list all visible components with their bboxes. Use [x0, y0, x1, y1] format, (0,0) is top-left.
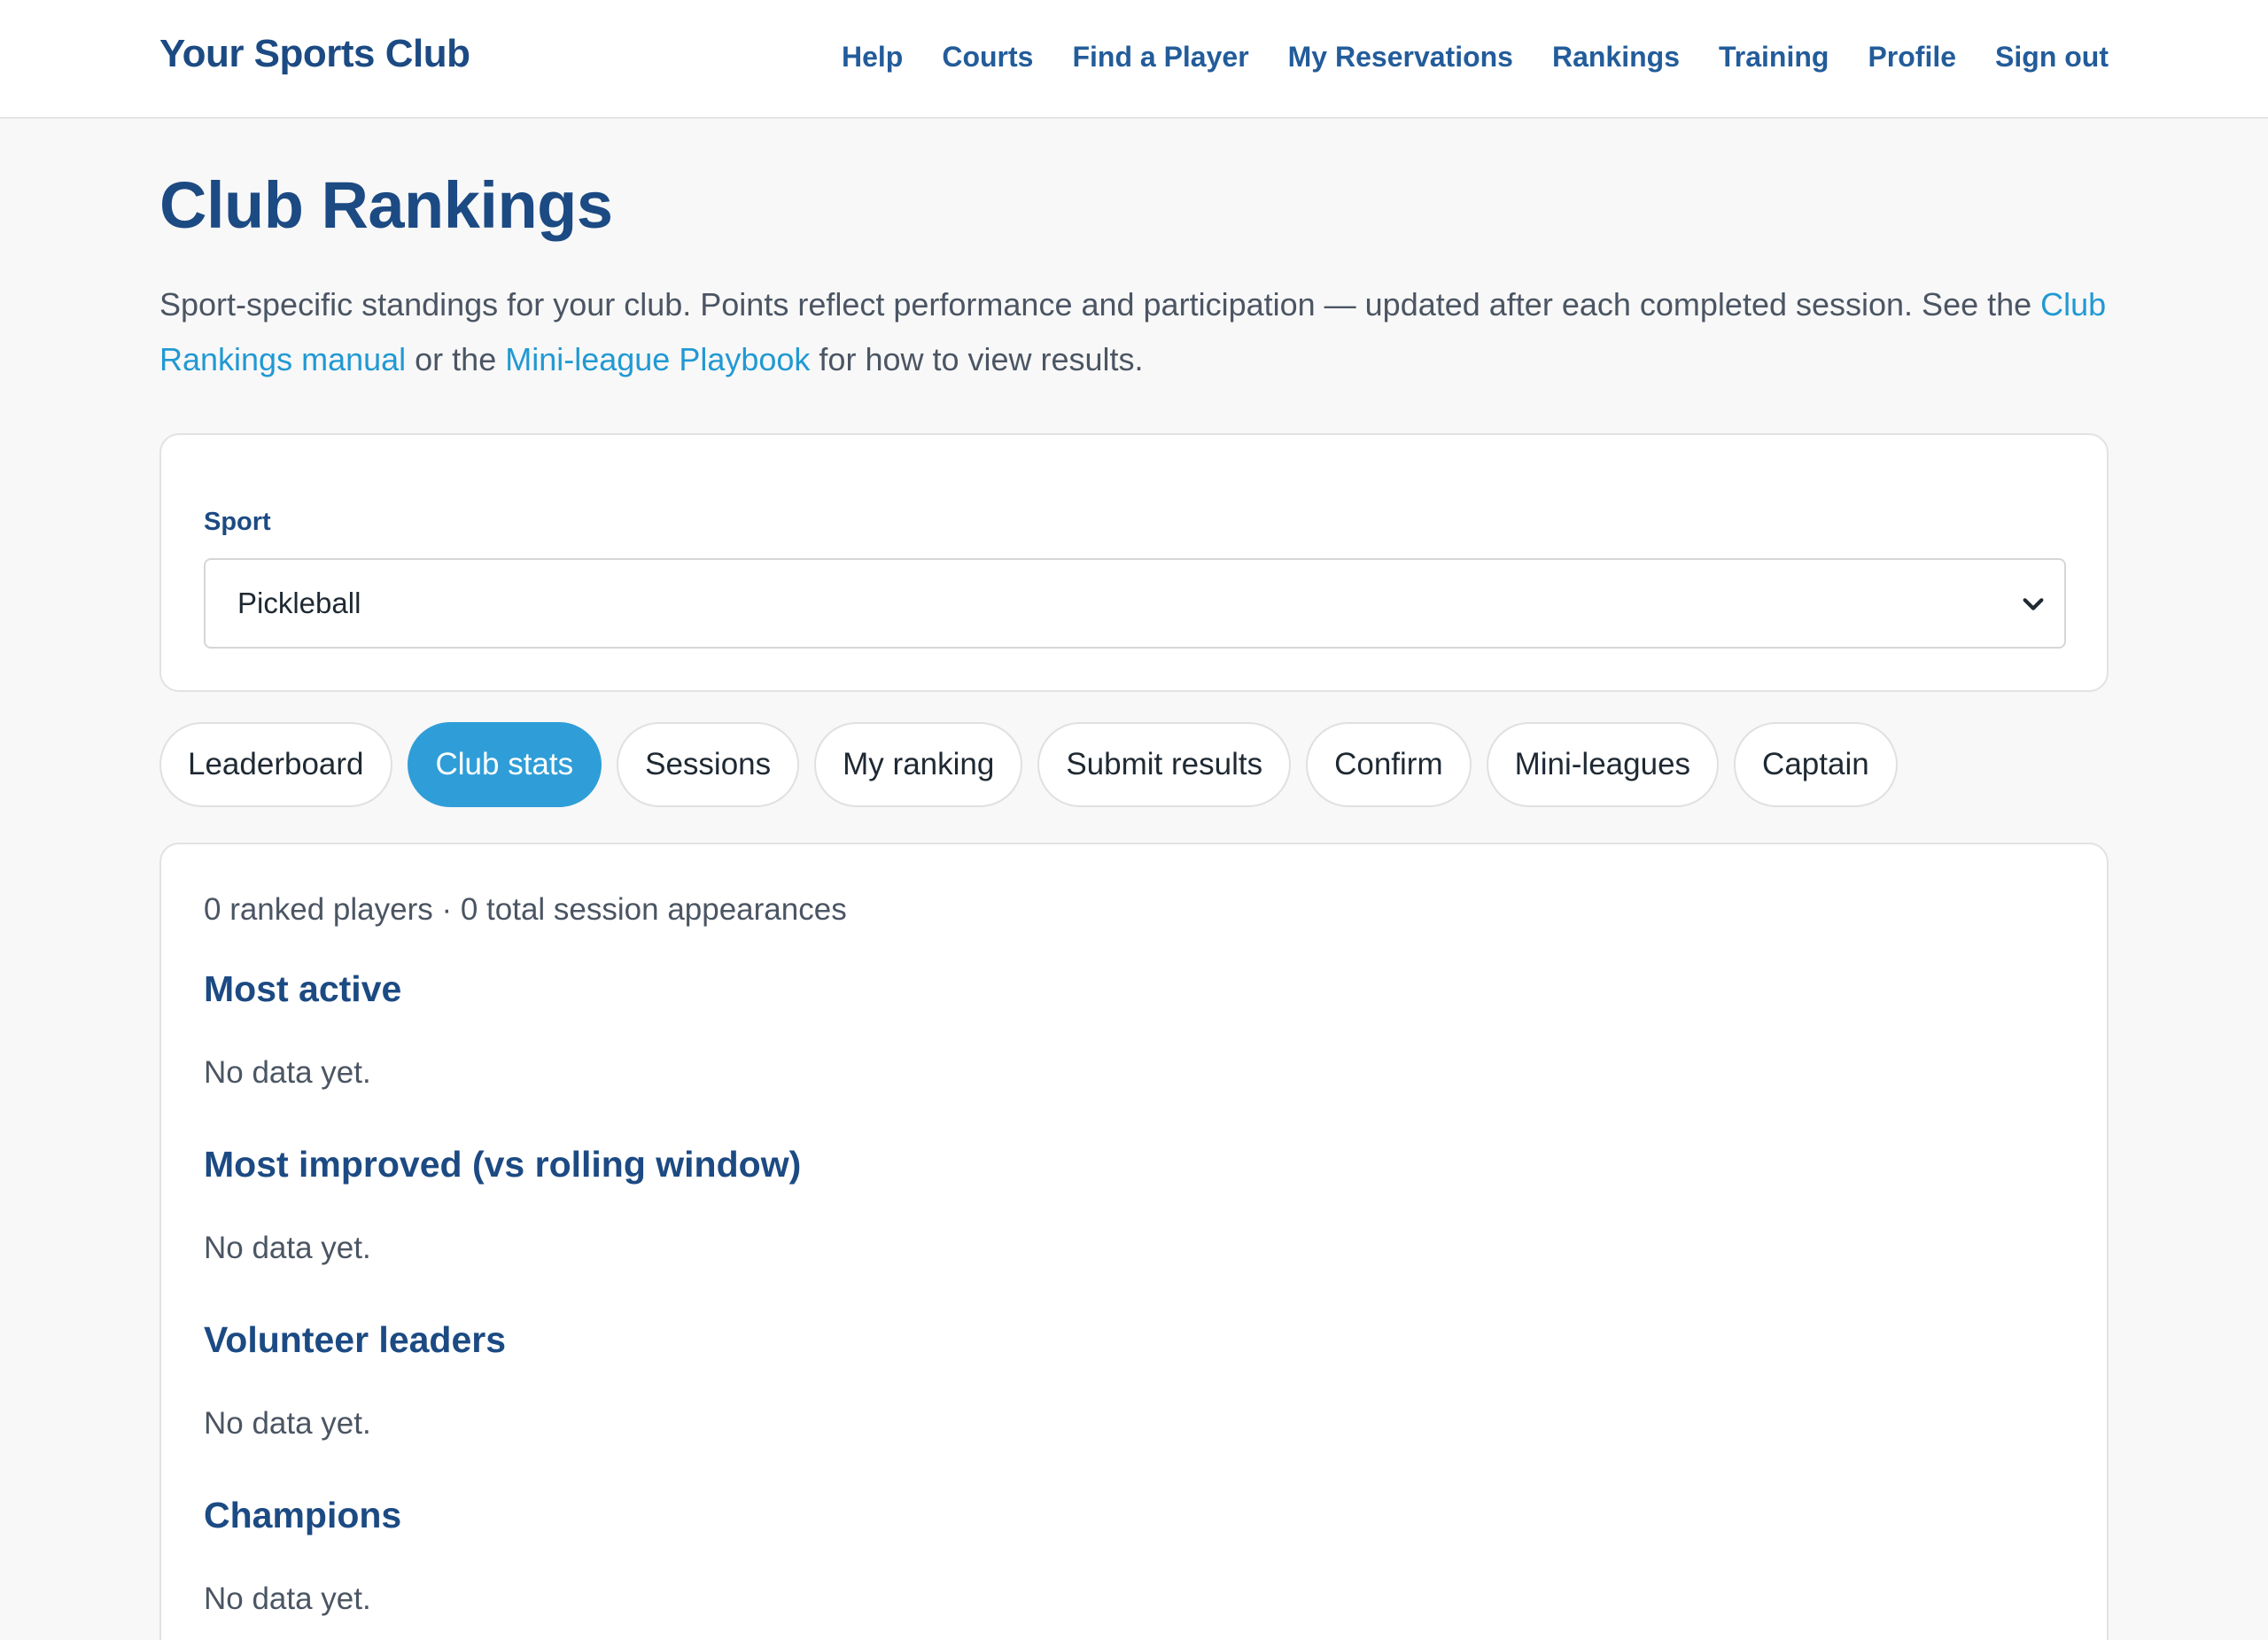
mini-league-playbook-link[interactable]: Mini-league Playbook [505, 341, 810, 377]
section-title: Most active [204, 968, 402, 1009]
main-content: Club Rankings Sport-specific standings f… [159, 119, 2109, 1640]
empty-state: No data yet. [204, 1054, 371, 1090]
sport-select[interactable]: Pickleball [204, 557, 2066, 649]
sport-select-value: Pickleball [237, 586, 361, 619]
chevron-down-icon [2023, 597, 2044, 610]
intro-text: Sport-specific standings for your club. … [159, 285, 2041, 323]
nav-rankings[interactable]: Rankings [1552, 41, 1680, 74]
most-improved-section: Most improved (vs rolling window) No dat… [204, 1146, 2064, 1263]
nav-sign-out[interactable]: Sign out [1995, 41, 2109, 74]
tab-my-ranking[interactable]: My ranking [814, 721, 1023, 807]
stats-summary: 0 ranked players · 0 total session appea… [204, 891, 847, 927]
champions-section: Champions No data yet. [204, 1494, 2064, 1616]
sport-label: Sport [204, 507, 271, 536]
intro-text: for how to view results. [810, 340, 1144, 377]
page-title: Club Rankings [159, 168, 613, 242]
tab-club-stats[interactable]: Club stats [407, 721, 602, 807]
tab-sessions[interactable]: Sessions [617, 721, 800, 807]
nav-courts[interactable]: Courts [942, 41, 1033, 74]
section-title: Most improved (vs rolling window) [204, 1143, 802, 1185]
nav-training[interactable]: Training [1719, 41, 1829, 74]
section-title: Volunteer leaders [204, 1318, 507, 1360]
top-navigation-bar: Your Sports Club Help Courts Find a Play… [0, 0, 2268, 119]
nav-find-a-player[interactable]: Find a Player [1072, 41, 1248, 74]
nav-profile[interactable]: Profile [1868, 41, 1956, 74]
tab-submit-results[interactable]: Submit results [1037, 721, 1292, 807]
main-nav: Help Courts Find a Player My Reservation… [842, 41, 2109, 74]
empty-state: No data yet. [204, 1230, 371, 1265]
empty-state: No data yet. [204, 1581, 371, 1616]
most-active-section: Most active No data yet. [204, 968, 2064, 1090]
brand-logo-text[interactable]: Your Sports Club [159, 32, 470, 76]
intro-text: or the [406, 340, 506, 377]
empty-state: No data yet. [204, 1405, 371, 1441]
tab-mini-leagues[interactable]: Mini-leagues [1486, 721, 1720, 807]
rankings-tabs: Leaderboard Club stats Sessions My ranki… [159, 721, 2109, 807]
nav-my-reservations[interactable]: My Reservations [1288, 41, 1513, 74]
page-intro: Sport-specific standings for your club. … [159, 277, 2109, 387]
tab-captain[interactable]: Captain [1734, 721, 1898, 807]
volunteer-leaders-section: Volunteer leaders No data yet. [204, 1318, 2064, 1441]
nav-help[interactable]: Help [842, 41, 903, 74]
section-title: Champions [204, 1494, 402, 1535]
sport-filter-card: Sport Pickleball [159, 432, 2109, 692]
club-stats-card: 0 ranked players · 0 total session appea… [159, 842, 2109, 1640]
tab-leaderboard[interactable]: Leaderboard [159, 721, 392, 807]
tab-confirm[interactable]: Confirm [1306, 721, 1472, 807]
